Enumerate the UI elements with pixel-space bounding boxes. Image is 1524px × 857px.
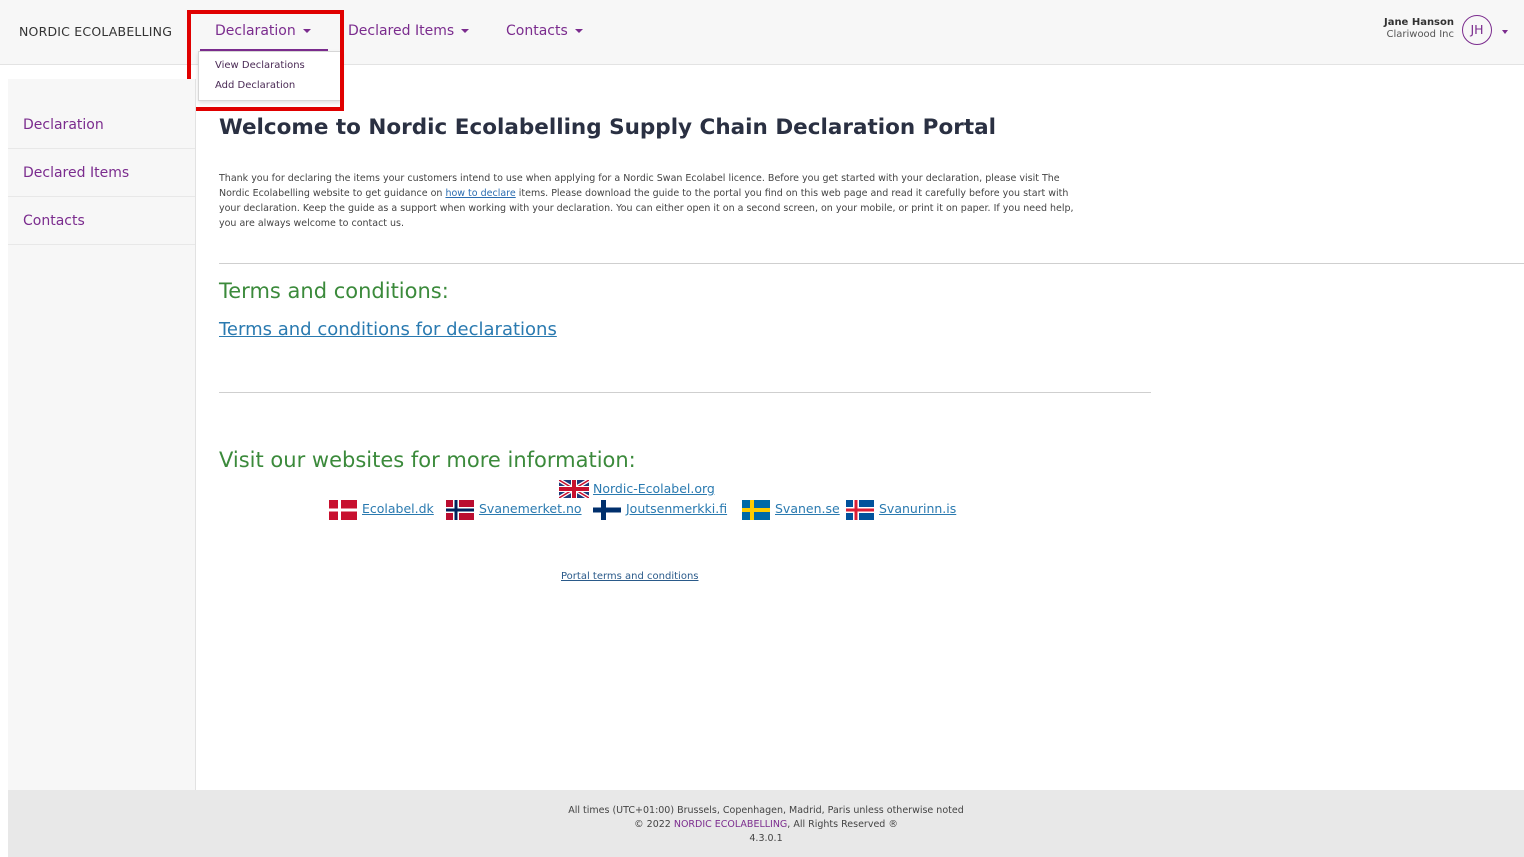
how-to-declare-link[interactable]: how to declare xyxy=(445,188,515,199)
iceland-flag-icon xyxy=(846,500,874,520)
nav-menu-contacts[interactable]: Contacts xyxy=(506,23,583,39)
brand-logo-text[interactable]: NORDIC ECOLABELLING xyxy=(19,24,172,39)
nav-menu-declared-items-label: Declared Items xyxy=(348,23,455,39)
portal-terms-link[interactable]: Portal terms and conditions xyxy=(561,571,699,582)
svanemerket-no-link[interactable]: Svanemerket.no xyxy=(479,501,582,516)
sidebar-item-contacts[interactable]: Contacts xyxy=(8,197,195,245)
sidebar-item-declared-items[interactable]: Declared Items xyxy=(8,149,195,197)
highlight-box xyxy=(187,10,344,111)
sidebar: Declaration Declared Items Contacts xyxy=(8,79,196,790)
terms-heading: Terms and conditions: xyxy=(219,279,449,303)
joutsenmerkki-fi-link[interactable]: Joutsenmerkki.fi xyxy=(626,501,727,516)
chevron-down-icon xyxy=(461,29,470,33)
footer-brand-link[interactable]: NORDIC ECOLABELLING xyxy=(674,819,787,830)
nav-menu-declared-items[interactable]: Declared Items xyxy=(348,23,470,39)
user-name: Jane Hanson xyxy=(1383,17,1454,28)
user-menu-chevron-down-icon[interactable] xyxy=(1502,30,1508,34)
chevron-down-icon xyxy=(574,29,583,33)
user-organization: Clariwood Inc xyxy=(1386,29,1454,40)
avatar[interactable]: JH xyxy=(1462,15,1492,45)
page-title: Welcome to Nordic Ecolabelling Supply Ch… xyxy=(219,115,996,140)
svanurinn-is-link[interactable]: Svanurinn.is xyxy=(879,501,956,516)
timezone-note: All times (UTC+01:00) Brussels, Copenhag… xyxy=(568,805,964,816)
ecolabel-dk-link[interactable]: Ecolabel.dk xyxy=(362,501,434,516)
copyright-suffix: , All Rights Reserved ® xyxy=(787,819,898,830)
sidebar-item-label: Declared Items xyxy=(23,165,130,181)
sidebar-item-declaration[interactable]: Declaration xyxy=(8,101,195,149)
version: 4.3.0.1 xyxy=(749,833,783,844)
visit-websites-heading: Visit our websites for more information: xyxy=(219,448,636,472)
user-info[interactable]: Jane Hanson Clariwood Inc xyxy=(1384,17,1454,40)
denmark-flag-icon xyxy=(329,500,357,520)
divider xyxy=(219,263,1524,264)
norway-flag-icon xyxy=(446,500,474,520)
sidebar-item-label: Declaration xyxy=(23,117,104,133)
uk-flag-icon xyxy=(559,480,589,498)
svanen-se-link[interactable]: Svanen.se xyxy=(775,501,840,516)
finland-flag-icon xyxy=(593,500,621,520)
copyright-prefix: © 2022 xyxy=(634,819,674,830)
divider xyxy=(219,392,1151,393)
nav-menu-contacts-label: Contacts xyxy=(506,23,568,39)
sweden-flag-icon xyxy=(742,500,770,520)
copyright: © 2022 NORDIC ECOLABELLING, All Rights R… xyxy=(8,818,1524,832)
footer: All times (UTC+01:00) Brussels, Copenhag… xyxy=(8,790,1524,857)
intro-paragraph: Thank you for declaring the items your c… xyxy=(219,171,1079,231)
terms-conditions-link[interactable]: Terms and conditions for declarations xyxy=(219,319,557,340)
nordic-ecolabel-link[interactable]: Nordic-Ecolabel.org xyxy=(593,481,715,496)
sidebar-item-label: Contacts xyxy=(23,213,85,229)
